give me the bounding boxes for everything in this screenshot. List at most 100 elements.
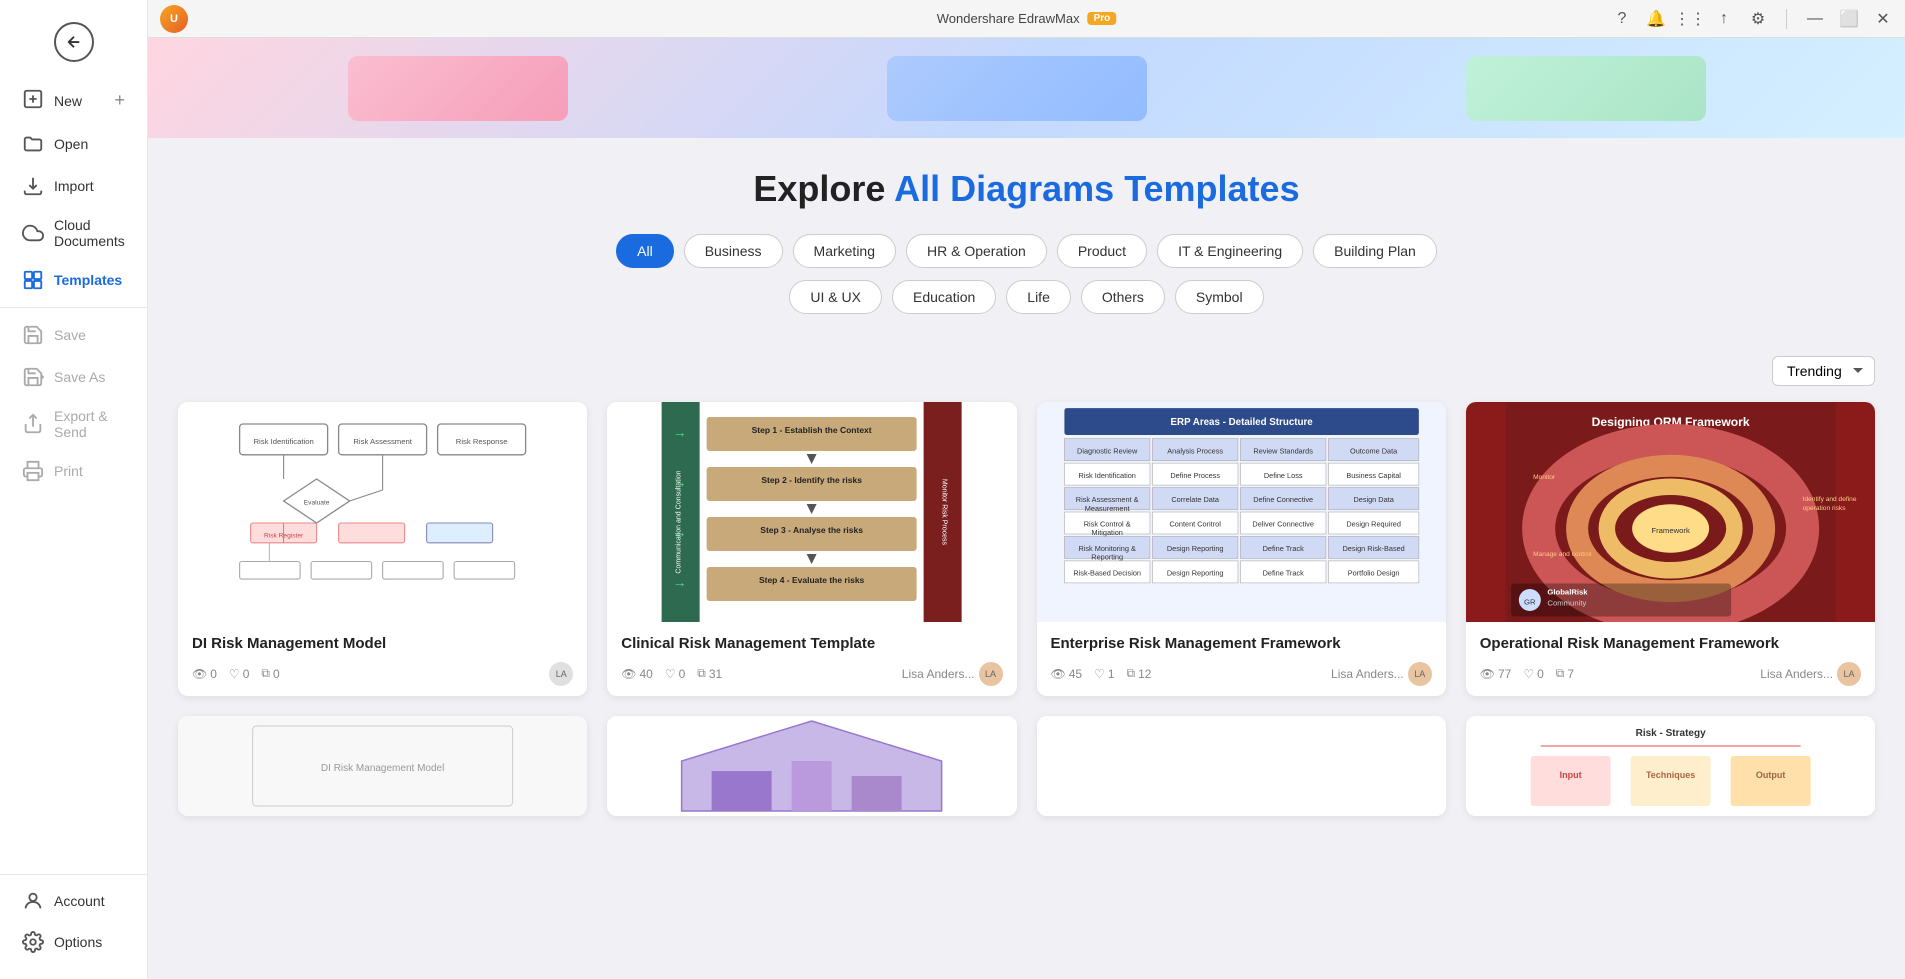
filter-building[interactable]: Building Plan [1313,234,1437,268]
card-thumb-risk-strategy: Risk - Strategy Input Techniques Output [1466,716,1875,816]
sidebar-item-open[interactable]: Open [6,124,141,164]
user-avatar[interactable]: U [160,5,188,33]
options-label: Options [54,934,102,950]
notification-icon[interactable]: 🔔 [1646,9,1666,29]
svg-text:Identify and define: Identify and define [1802,496,1856,503]
author-orm: Lisa Anders... LA [1760,662,1861,686]
back-button[interactable] [54,22,94,62]
filter-life[interactable]: Life [1006,280,1071,314]
svg-text:Community: Community [1547,599,1586,608]
template-card-orm[interactable]: Designing ORM Framework Framework Identi… [1466,402,1875,696]
svg-text:→: → [673,524,687,540]
svg-text:Design Risk-Based: Design Risk-Based [1342,544,1404,553]
card-thumb-clinical: Communication and Consultation Monitor R… [607,402,1016,622]
settings-icon[interactable]: ⚙ [1748,9,1768,29]
template-card-di-risk[interactable]: Risk Identification Risk Assessment Risk… [178,402,587,696]
template-card-partial-2[interactable] [607,716,1016,816]
svg-text:Outcome Data: Outcome Data [1350,446,1398,455]
filter-marketing[interactable]: Marketing [793,234,896,268]
options-icon [22,931,44,953]
svg-text:Review Standards: Review Standards [1253,446,1313,455]
eye-icon: 👁 [621,667,636,681]
export-label: Export & Send [54,408,125,440]
template-card-risk-strategy[interactable]: Risk - Strategy Input Techniques Output [1466,716,1875,816]
copies-enterprise: ⧉ 12 [1127,666,1152,681]
filter-product[interactable]: Product [1057,234,1147,268]
minimize-icon[interactable]: — [1805,9,1825,29]
close-icon[interactable]: ✕ [1873,9,1893,29]
sidebar-item-cloud[interactable]: Cloud Documents [6,208,141,258]
cloud-label: Cloud Documents [54,217,125,249]
svg-text:→: → [673,424,687,440]
sidebar-item-account[interactable]: Account [6,881,141,921]
download-icon [22,175,44,197]
sidebar-item-print[interactable]: Print [6,451,141,491]
explore-title: Explore All Diagrams Templates [188,168,1865,210]
explore-section: Explore All Diagrams Templates All Busin… [148,138,1905,346]
maximize-icon[interactable]: ⬜ [1839,9,1859,29]
sidebar-item-export[interactable]: Export & Send [6,399,141,449]
heart-icon: ♡ [229,667,240,681]
likes-di-risk: ♡ 0 [229,667,249,681]
svg-text:Techniques: Techniques [1646,770,1695,780]
sort-row: Trending Newest Popular [178,356,1875,386]
svg-text:Define Process: Define Process [1170,471,1220,480]
svg-text:Step 2 - Identify the risks: Step 2 - Identify the risks [762,475,863,485]
open-label: Open [54,136,88,152]
account-icon [22,890,44,912]
sidebar-item-new[interactable]: New + [6,79,141,122]
cloud-icon [22,222,44,244]
sidebar-item-save-as[interactable]: Save As [6,357,141,397]
copies-orm: ⧉ 7 [1556,666,1574,681]
share-icon[interactable]: ↑ [1714,9,1734,29]
sidebar-item-import[interactable]: Import [6,166,141,206]
filter-it[interactable]: IT & Engineering [1157,234,1303,268]
pro-badge: Pro [1088,12,1117,25]
card-thumb-enterprise: ERP Areas - Detailed Structure Diagnosti… [1037,402,1446,622]
app-title: Wondershare EdrawMax [937,11,1080,26]
template-card-clinical[interactable]: Communication and Consultation Monitor R… [607,402,1016,696]
import-label: Import [54,178,94,194]
filter-all[interactable]: All [616,234,674,268]
svg-text:Design Reporting: Design Reporting [1166,569,1223,578]
template-card-di-risk-2[interactable]: DI Risk Management Model [178,716,587,816]
svg-text:Risk Assessment: Risk Assessment [353,437,412,446]
card-meta-orm: 👁 77 ♡ 0 ⧉ 7 Lisa Anders... [1480,662,1861,686]
filter-row-2: UI & UX Education Life Others Symbol [188,280,1865,314]
heart-icon: ♡ [1523,667,1534,681]
svg-text:Output: Output [1756,770,1786,780]
sort-select[interactable]: Trending Newest Popular [1772,356,1875,386]
views-di-risk: 👁 0 [192,667,217,681]
sidebar-item-options[interactable]: Options [6,922,141,962]
svg-text:Step 3 - Analyse the risks: Step 3 - Analyse the risks [761,525,864,535]
filter-hr[interactable]: HR & Operation [906,234,1047,268]
svg-text:Reporting: Reporting [1091,553,1123,562]
filter-uiux[interactable]: UI & UX [789,280,882,314]
copies-clinical: ⧉ 31 [697,666,722,681]
save-as-label: Save As [54,369,105,385]
copy-icon: ⧉ [697,666,706,681]
svg-text:Define Track: Define Track [1262,569,1303,578]
card-thumb-di-risk: Risk Identification Risk Assessment Risk… [178,402,587,622]
plus-square-icon [22,88,44,113]
copy-icon: ⧉ [261,666,270,681]
filter-others[interactable]: Others [1081,280,1165,314]
card-thumb-partial: DI Risk Management Model [178,716,587,816]
filter-business[interactable]: Business [684,234,783,268]
sidebar-item-save[interactable]: Save [6,315,141,355]
template-card-enterprise[interactable]: ERP Areas - Detailed Structure Diagnosti… [1037,402,1446,696]
svg-text:Design Reporting: Design Reporting [1166,544,1223,553]
filter-education[interactable]: Education [892,280,996,314]
likes-enterprise: ♡ 1 [1094,667,1114,681]
filter-symbol[interactable]: Symbol [1175,280,1264,314]
views-enterprise: 👁 45 [1051,667,1083,681]
card-thumb-orm: Designing ORM Framework Framework Identi… [1466,402,1875,622]
apps-icon[interactable]: ⋮⋮ [1680,9,1700,29]
template-card-partial-3[interactable] [1037,716,1446,816]
sidebar-item-templates[interactable]: Templates [6,260,141,300]
svg-text:Risk Response: Risk Response [456,437,508,446]
svg-text:operation risks: operation risks [1802,505,1846,512]
templates-grid-row2: DI Risk Management Model [178,716,1875,816]
sidebar: New + Open Import Cloud Documents [0,0,148,979]
help-icon[interactable]: ? [1612,9,1632,29]
